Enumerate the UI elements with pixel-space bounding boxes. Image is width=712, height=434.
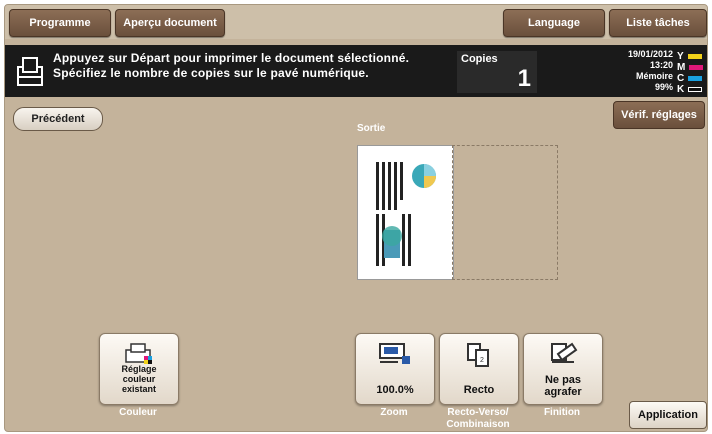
toner-y: Y xyxy=(677,51,703,62)
toner-levels: Y M C K xyxy=(677,51,704,95)
reglage-couleur-button[interactable]: Réglage couleur existant xyxy=(99,333,179,405)
apercu-document-button[interactable]: Aperçu document xyxy=(115,9,225,37)
status-time: 13:20 xyxy=(649,60,673,70)
toner-c: C xyxy=(677,73,703,84)
copies-display: Copies 1 xyxy=(457,51,537,93)
language-button[interactable]: Language xyxy=(503,9,605,37)
sortie-label: Sortie xyxy=(357,123,386,134)
toner-m-bar xyxy=(689,65,704,70)
message-bar: Appuyez sur Départ pour imprimer le docu… xyxy=(5,45,707,97)
finition-button[interactable]: Ne pas agrafer xyxy=(523,333,603,405)
instruction-message: Appuyez sur Départ pour imprimer le docu… xyxy=(53,51,409,81)
status-info: 19/01/2012 13:20 Mémoire 99% xyxy=(609,49,673,93)
printer-icon xyxy=(17,57,43,86)
finition-label: Finition xyxy=(543,407,581,418)
color-printer-icon xyxy=(125,343,152,364)
output-preview-page xyxy=(357,145,454,280)
message-line-2: Spécifiez le nombre de copies sur le pav… xyxy=(53,66,369,80)
reglage-couleur-label: Réglage couleur existant xyxy=(121,364,157,394)
couleur-label: Couleur xyxy=(119,407,157,418)
liste-taches-button[interactable]: Liste tâches xyxy=(609,9,707,37)
application-button[interactable]: Application xyxy=(629,401,707,429)
copies-value: 1 xyxy=(517,65,531,92)
toner-m: M xyxy=(677,62,704,73)
recto-verso-label: Recto-Verso/ Combinaison xyxy=(446,407,510,430)
memoire-value: 99% xyxy=(654,82,673,92)
recto-value: Recto xyxy=(463,384,495,396)
precedent-button[interactable]: Précédent xyxy=(13,107,103,131)
copies-label: Copies xyxy=(461,53,498,65)
duplex-icon: 2 xyxy=(467,343,489,367)
toner-k: K xyxy=(677,84,703,95)
recto-verso-button[interactable]: 2 Recto xyxy=(439,333,519,405)
memoire-label: Mémoire xyxy=(635,71,673,81)
toner-k-bar xyxy=(688,87,703,92)
zoom-icon xyxy=(379,343,410,364)
message-line-1: Appuyez sur Départ pour imprimer le docu… xyxy=(53,51,410,65)
toner-y-bar xyxy=(687,54,702,59)
copier-screen: Programme Aperçu document Language Liste… xyxy=(4,4,708,432)
status-date: 19/01/2012 xyxy=(627,49,673,59)
document-thumbnail-icon xyxy=(376,162,436,266)
top-toolbar: Programme Aperçu document Language Liste… xyxy=(5,5,707,39)
zoom-label: Zoom xyxy=(380,407,408,418)
svg-text:2: 2 xyxy=(480,357,484,364)
output-preview-empty-area xyxy=(452,145,558,280)
programme-button[interactable]: Programme xyxy=(9,9,111,37)
toner-c-bar xyxy=(688,76,703,81)
zoom-button[interactable]: 100.0% xyxy=(355,333,435,405)
verif-reglages-button[interactable]: Vérif. réglages xyxy=(613,101,705,129)
zoom-value: 100.0% xyxy=(376,384,414,396)
finition-value: Ne pas agrafer xyxy=(544,374,582,398)
staple-icon xyxy=(551,342,578,363)
